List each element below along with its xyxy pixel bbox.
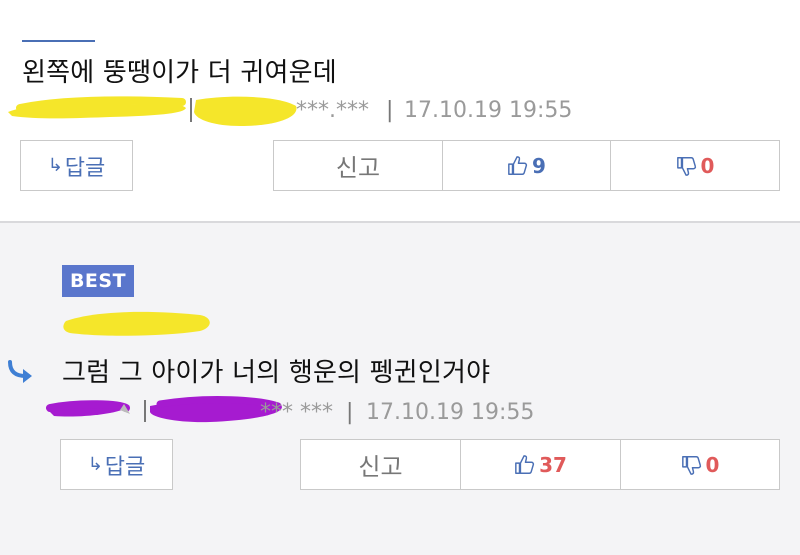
thumbs-down-icon <box>676 156 696 176</box>
comment-1: 왼쪽에 뚱땡이가 더 귀여운데 ***.*** | 17.10.19 19:55… <box>0 0 800 221</box>
reply-button[interactable]: ↳ 답글 <box>60 439 173 490</box>
meta-separator: | <box>346 400 354 425</box>
comment-text: 그럼 그 아이가 너의 행운의 펭귄인거야 <box>62 358 491 388</box>
dislike-button[interactable]: 0 <box>621 439 780 490</box>
top-accent-line <box>22 40 95 42</box>
dislike-count: 0 <box>700 153 715 178</box>
dislike-count: 0 <box>705 452 720 477</box>
report-button[interactable]: 신고 <box>273 140 443 191</box>
thumbs-up-icon <box>508 155 528 175</box>
ip-masked: *** *** <box>260 400 333 425</box>
reply-arrow-icon: ↳ <box>47 155 63 176</box>
redacted-author <box>63 311 210 336</box>
reply-button[interactable]: ↳ 답글 <box>20 140 133 191</box>
ip-masked: ***.*** <box>296 98 369 123</box>
meta-separator: | <box>386 98 394 123</box>
comment-datetime: 17.10.19 19:55 <box>404 98 573 123</box>
best-badge: BEST <box>62 265 134 297</box>
comment-datetime: 17.10.19 19:55 <box>366 400 535 425</box>
dislike-button[interactable]: 0 <box>611 140 780 191</box>
thumbs-up-icon <box>515 454 535 474</box>
reply-arrow-icon <box>8 360 32 383</box>
like-count: 9 <box>532 153 546 178</box>
redacted-author <box>8 96 297 126</box>
report-button[interactable]: 신고 <box>300 439 461 490</box>
thumbs-down-icon <box>681 455 701 475</box>
like-count: 37 <box>539 452 567 477</box>
like-button[interactable]: 37 <box>461 439 621 490</box>
comment-text: 왼쪽에 뚱땡이가 더 귀여운데 <box>22 58 337 88</box>
reply-arrow-icon: ↳ <box>87 454 103 475</box>
like-button[interactable]: 9 <box>443 140 611 191</box>
